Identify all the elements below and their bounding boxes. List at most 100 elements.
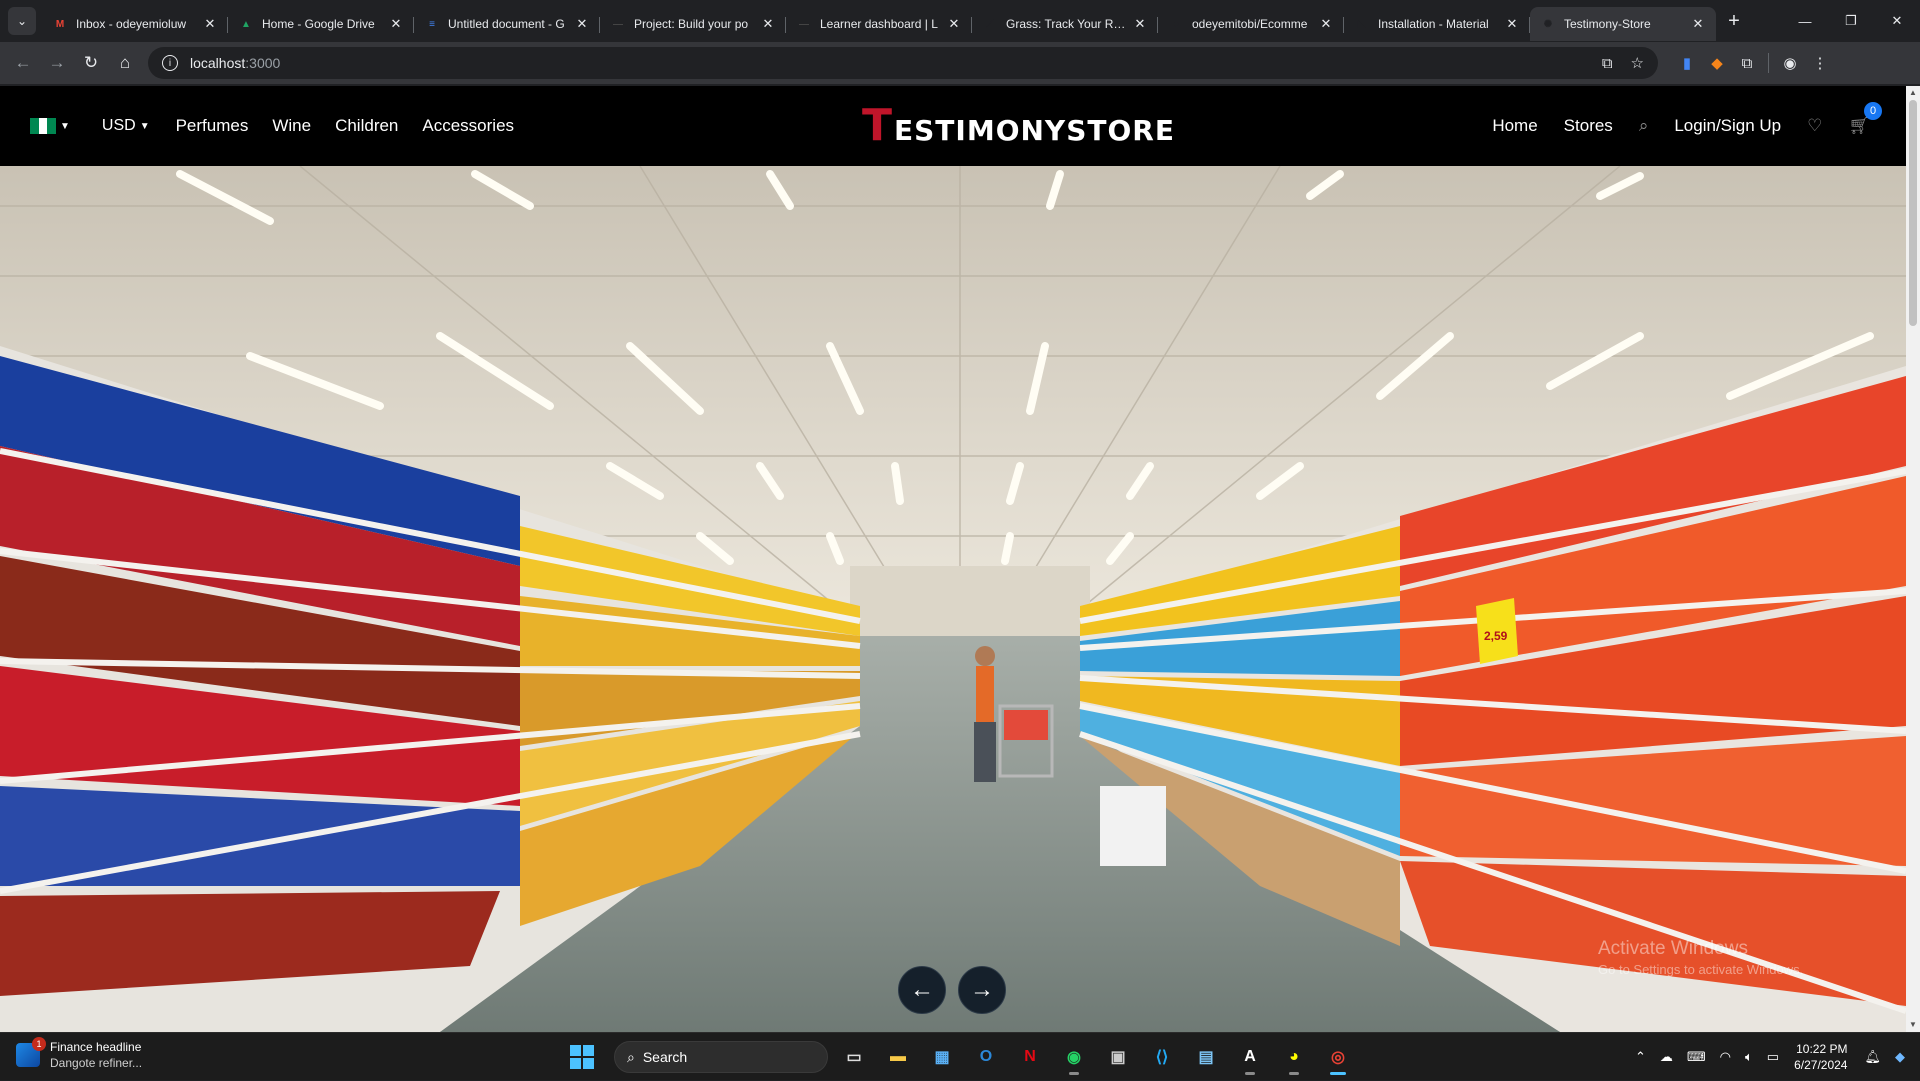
nav-wine[interactable]: Wine <box>272 116 311 136</box>
install-app-icon[interactable]: ⧉ <box>1602 55 1613 72</box>
tab-title: Untitled document - G <box>448 17 565 31</box>
cart-icon[interactable]: 🛒︎ 0 <box>1848 102 1882 136</box>
back-icon[interactable]: ← <box>6 46 40 80</box>
tab-title: Project: Build your po <box>634 17 749 31</box>
tray-overflow-icon[interactable]: ⌃ <box>1635 1049 1646 1065</box>
material-ui-icon: ◣ <box>1358 18 1366 30</box>
close-tab-icon[interactable]: ✕ <box>946 16 962 32</box>
close-tab-icon[interactable]: ✕ <box>1132 16 1148 32</box>
browser-tab[interactable]: — Learner dashboard | L ✕ <box>786 7 972 41</box>
home-icon[interactable]: ⌂ <box>108 46 142 80</box>
wishlist-heart-icon[interactable]: ♡ <box>1807 116 1822 136</box>
chevron-down-icon: ▼ <box>139 120 150 132</box>
tab-search-dropdown[interactable]: ⌄ <box>8 7 36 35</box>
nav-home[interactable]: Home <box>1492 116 1537 136</box>
news-badge: 1 <box>32 1037 46 1051</box>
currency-label: USD <box>101 117 136 134</box>
site-header: ▼ USD ▼ Perfumes Wine Children Accessori… <box>0 86 1906 166</box>
nav-children[interactable]: Children <box>335 116 398 136</box>
close-tab-icon[interactable]: ✕ <box>1690 16 1706 32</box>
close-tab-icon[interactable]: ✕ <box>388 16 404 32</box>
windows-start-icon[interactable] <box>570 1045 594 1069</box>
browser-tab[interactable]: — Project: Build your po ✕ <box>600 7 786 41</box>
snapchat-icon[interactable]: ◕ <box>1276 1039 1312 1075</box>
restore-icon[interactable]: ❐ <box>1828 0 1874 42</box>
scroll-up-icon[interactable]: ▲ <box>1906 86 1920 100</box>
address-bar[interactable]: i localhost:3000 ⧉ ☆ <box>148 47 1658 79</box>
news-widget[interactable]: 1 Finance headline Dangote refiner... <box>16 1037 142 1071</box>
browser-tab[interactable]: ▲ Home - Google Drive ✕ <box>228 7 414 41</box>
extensions-puzzle-icon[interactable]: ⧉ <box>1732 48 1762 78</box>
url-port: :3000 <box>245 55 281 71</box>
nav-perfumes[interactable]: Perfumes <box>176 116 249 136</box>
scrollbar-thumb[interactable] <box>1909 100 1917 326</box>
page-viewport: ▼ USD ▼ Perfumes Wine Children Accessori… <box>0 86 1920 1032</box>
task-view-icon[interactable]: ▭ <box>836 1039 872 1075</box>
onedrive-icon[interactable]: ☁ <box>1660 1049 1673 1065</box>
volume-icon[interactable]: 🔈︎ <box>1745 1049 1753 1065</box>
bookmark-star-icon[interactable]: ☆ <box>1631 54 1644 72</box>
browser-tab[interactable]: M Inbox - odeyemioluw ✕ <box>42 7 228 41</box>
extension-metamask-icon[interactable]: ◆ <box>1702 48 1732 78</box>
page-scrollbar[interactable]: ▲ ▼ <box>1906 86 1920 1032</box>
wifi-icon[interactable]: ◠ <box>1720 1049 1731 1065</box>
browser-tab-strip: ⌄ M Inbox - odeyemioluw ✕ ▲ Home - Google Dr… <box>0 0 1920 42</box>
keyboard-icon[interactable]: ⌨ <box>1687 1049 1706 1065</box>
browser-tab[interactable]: ⟋ Grass: Track Your Rew ✕ <box>972 7 1158 41</box>
vscode-icon[interactable]: ⟨⟩ <box>1144 1039 1180 1075</box>
scroll-down-icon[interactable]: ▼ <box>1906 1018 1920 1032</box>
browser-tab[interactable]: ≡ Untitled document - G ✕ <box>414 7 600 41</box>
outlook-icon[interactable]: O <box>968 1039 1004 1075</box>
browser-tab[interactable]: ✺ Testimony-Store ✕ <box>1530 7 1716 41</box>
microsoft-store-icon[interactable]: ▦ <box>924 1039 960 1075</box>
cart-count-badge: 0 <box>1864 102 1882 120</box>
whatsapp-icon[interactable]: ◉ <box>1056 1039 1092 1075</box>
site-logo[interactable]: T ESTIMONYSTORE <box>862 104 1175 148</box>
google-drive-icon: ▲ <box>241 18 251 30</box>
grass-icon: ⟋ <box>986 18 994 30</box>
clock-date: 6/27/2024 <box>1794 1058 1848 1072</box>
country-selector[interactable]: ▼ <box>30 118 70 134</box>
tab-list: M Inbox - odeyemioluw ✕ ▲ Home - Google Driv… <box>42 1 1716 41</box>
terminal-icon[interactable]: ▣ <box>1100 1039 1136 1075</box>
windows-taskbar: 1 Finance headline Dangote refiner... ⌕ … <box>0 1032 1920 1080</box>
window-controls: — ❐ ✕ <box>1782 0 1920 42</box>
netflix-icon[interactable]: N <box>1012 1039 1048 1075</box>
copilot-icon[interactable]: ◆ <box>1895 1049 1905 1065</box>
browser-tab[interactable]: ● odeyemitobi/Ecomme ✕ <box>1158 7 1344 41</box>
chrome-icon[interactable]: ◎ <box>1320 1039 1356 1075</box>
minimize-icon[interactable]: — <box>1782 0 1828 42</box>
currency-selector[interactable]: USD ▼ <box>102 117 150 135</box>
extension-docs-icon[interactable]: ▮ <box>1672 48 1702 78</box>
carousel-next-button[interactable]: → <box>958 966 1006 1014</box>
close-tab-icon[interactable]: ✕ <box>760 16 776 32</box>
battery-icon[interactable]: ▭ <box>1767 1049 1779 1065</box>
system-clock[interactable]: 10:22 PM 6/27/2024 <box>1794 1041 1847 1073</box>
nav-stores[interactable]: Stores <box>1564 116 1613 136</box>
close-tab-icon[interactable]: ✕ <box>1504 16 1520 32</box>
close-tab-icon[interactable]: ✕ <box>1318 16 1334 32</box>
profile-avatar[interactable]: ◉ <box>1775 48 1805 78</box>
url-host: localhost <box>190 55 246 71</box>
search-icon[interactable]: ⌕ <box>1639 116 1649 136</box>
carousel-prev-button[interactable]: ← <box>898 966 946 1014</box>
site-info-icon[interactable]: i <box>162 55 178 71</box>
nav-accessories[interactable]: Accessories <box>422 116 514 136</box>
close-tab-icon[interactable]: ✕ <box>574 16 590 32</box>
browser-tab[interactable]: ◣ Installation - Material ✕ <box>1344 7 1530 41</box>
close-window-icon[interactable]: ✕ <box>1874 0 1920 42</box>
close-tab-icon[interactable]: ✕ <box>202 16 218 32</box>
font-app-icon[interactable]: A <box>1232 1039 1268 1075</box>
browser-menu-icon[interactable]: ⋮ <box>1805 48 1835 78</box>
notifications-icon[interactable]: 🔔︎ <box>1864 1049 1881 1065</box>
tab-title: odeyemitobi/Ecomme <box>1192 17 1308 31</box>
new-tab-button[interactable]: + <box>1720 7 1748 35</box>
taskbar-search[interactable]: ⌕ Search <box>614 1041 828 1073</box>
file-explorer-icon[interactable]: ▬ <box>880 1039 916 1075</box>
price-tag-text: 2,59 <box>1484 629 1508 643</box>
login-signup-link[interactable]: Login/Sign Up <box>1674 116 1781 136</box>
forward-icon[interactable]: → <box>40 46 74 80</box>
reload-icon[interactable]: ↻ <box>74 46 108 80</box>
notepad-icon[interactable]: ▤ <box>1188 1039 1224 1075</box>
project-icon: — <box>613 18 623 30</box>
